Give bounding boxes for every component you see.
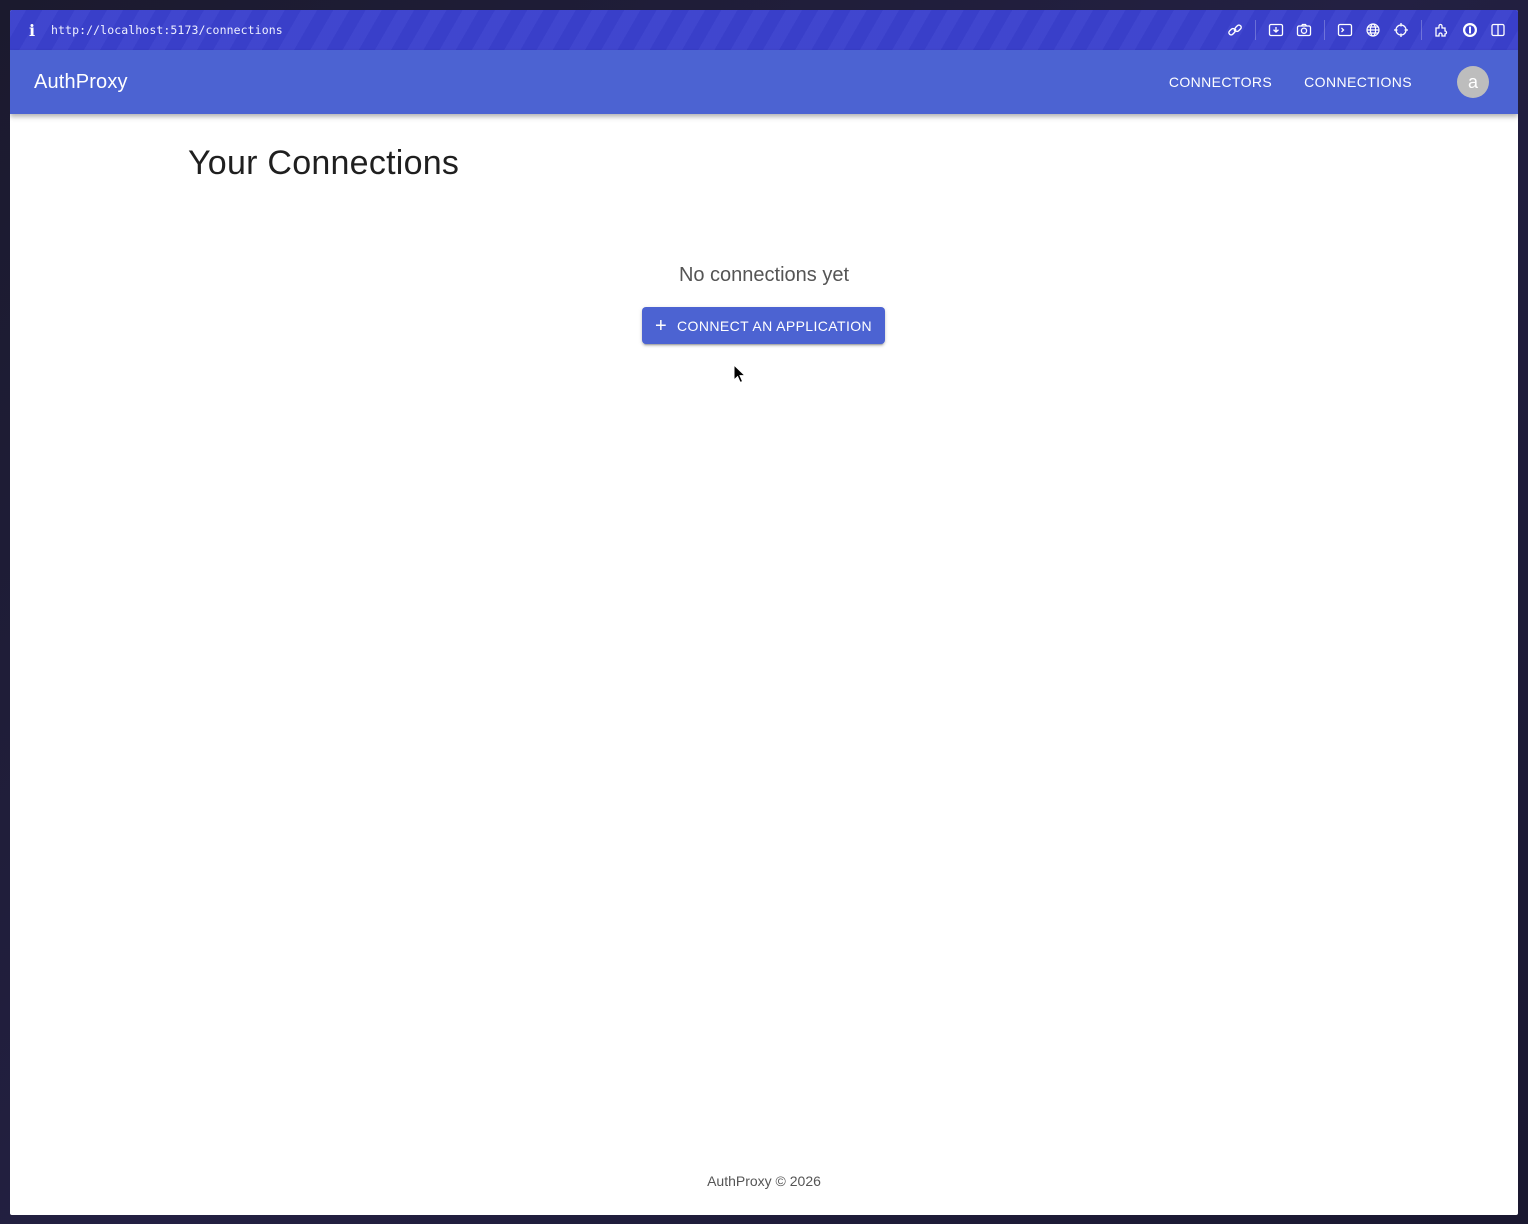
app-header: AuthProxy CONNECTORS CONNECTIONS a bbox=[10, 50, 1518, 114]
main-nav: CONNECTORS CONNECTIONS bbox=[1153, 50, 1428, 114]
info-icon[interactable]: i bbox=[22, 21, 42, 40]
sidebar-icon[interactable] bbox=[1484, 16, 1512, 44]
connect-application-label: CONNECT AN APPLICATION bbox=[677, 317, 873, 334]
brand-logo[interactable]: AuthProxy bbox=[34, 71, 128, 94]
main-content: Your Connections No connections yet + CO… bbox=[10, 114, 1518, 1215]
camera-icon[interactable] bbox=[1290, 16, 1318, 44]
browser-address-bar: i http://localhost:5173/connections bbox=[10, 10, 1518, 50]
link-icon[interactable] bbox=[1221, 16, 1249, 44]
page-title: Your Connections bbox=[188, 144, 460, 182]
crosshair-icon[interactable] bbox=[1387, 16, 1415, 44]
download-icon[interactable] bbox=[1262, 16, 1290, 44]
avatar[interactable]: a bbox=[1457, 66, 1489, 98]
nav-connections[interactable]: CONNECTIONS bbox=[1288, 66, 1428, 98]
extension-icon[interactable] bbox=[1428, 16, 1456, 44]
browser-window: i http://localhost:5173/connections Auth… bbox=[10, 10, 1518, 1215]
footer-copyright: AuthProxy © 2026 bbox=[707, 1173, 821, 1189]
globe-icon[interactable] bbox=[1359, 16, 1387, 44]
password-manager-icon[interactable] bbox=[1456, 16, 1484, 44]
terminal-icon[interactable] bbox=[1331, 16, 1359, 44]
nav-connectors[interactable]: CONNECTORS bbox=[1153, 66, 1288, 98]
browser-toolbar bbox=[1221, 10, 1512, 50]
empty-state-message: No connections yet bbox=[678, 264, 850, 286]
url-display[interactable]: http://localhost:5173/connections bbox=[51, 23, 283, 37]
mouse-cursor-icon bbox=[733, 364, 747, 384]
plus-icon: + bbox=[654, 314, 668, 337]
connect-application-button[interactable]: + CONNECT AN APPLICATION bbox=[642, 307, 885, 344]
